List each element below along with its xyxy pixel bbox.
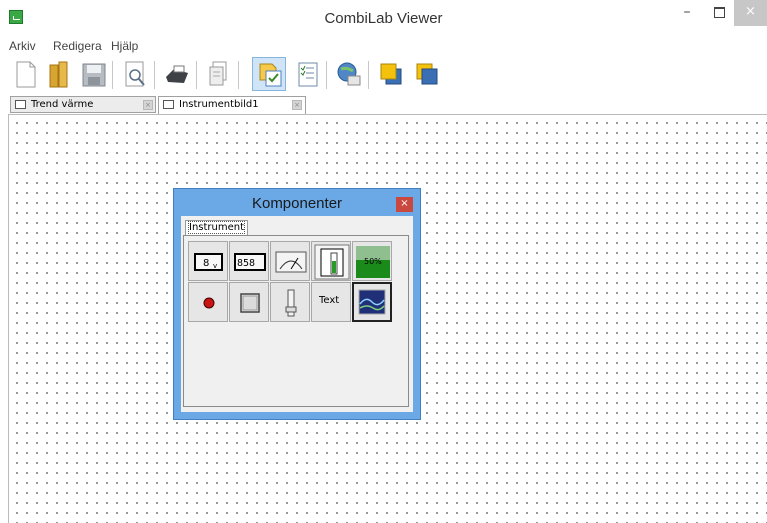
tab-instrument[interactable]: Instrument: [185, 220, 249, 236]
component-digital-display[interactable]: 8v: [188, 241, 228, 281]
component-button[interactable]: [229, 282, 269, 322]
close-button[interactable]: ×: [734, 0, 767, 26]
component-text-label[interactable]: Text: [311, 282, 351, 322]
dialog-title: Komponenter: [251, 195, 343, 212]
copy-icon[interactable]: [202, 57, 236, 91]
component-panel: 8v 858 50% Text: [183, 235, 409, 407]
menu-hjalp[interactable]: Hjälp: [111, 39, 138, 53]
svg-text:v: v: [213, 262, 217, 270]
open-icon[interactable]: [42, 57, 76, 91]
component-grid: 8v 858 50% Text: [188, 241, 392, 322]
percent-bar-value: 50%: [364, 257, 382, 266]
back-icon[interactable]: [410, 57, 444, 91]
component-analog-meter[interactable]: [270, 241, 310, 281]
maximize-button[interactable]: [702, 0, 736, 26]
menu-redigera[interactable]: Redigera: [53, 39, 102, 53]
document-tabs: Trend värme × Instrumentbild1 ×: [8, 96, 767, 114]
properties-icon[interactable]: [290, 57, 324, 91]
component-numeric-display[interactable]: 858: [229, 241, 269, 281]
connect-icon[interactable]: [332, 57, 366, 91]
title-bar: CombiLab Viewer – ×: [0, 0, 767, 36]
preview-icon[interactable]: [118, 57, 152, 91]
minimize-button[interactable]: –: [670, 0, 704, 26]
chart-icon: [15, 100, 26, 109]
menu-bar: Arkiv Redigera Hjälp: [0, 37, 767, 55]
component-percent-bar[interactable]: 50%: [352, 241, 392, 281]
close-tab-icon[interactable]: ×: [292, 100, 302, 110]
toolbar: [8, 57, 767, 95]
components-dialog: Komponenter × Instrument 8v 858 50% Text: [173, 188, 421, 420]
component-indicator-lamp[interactable]: [188, 282, 228, 322]
menu-arkiv[interactable]: Arkiv: [9, 39, 36, 53]
tab-label: Instrumentbild1: [179, 99, 259, 110]
front-icon[interactable]: [374, 57, 408, 91]
close-tab-icon[interactable]: ×: [143, 100, 153, 110]
tab-label: Trend värme: [31, 99, 94, 110]
dialog-close-button[interactable]: ×: [396, 197, 413, 212]
maximize-icon: [713, 6, 725, 18]
instrument-icon: [163, 100, 174, 109]
component-bar-gauge[interactable]: [311, 241, 351, 281]
tab-trend-varme[interactable]: Trend värme ×: [10, 96, 156, 113]
dialog-body: Instrument 8v 858 50% Text: [181, 216, 413, 412]
numeric-display-value: 858: [237, 258, 255, 269]
new-icon[interactable]: [8, 57, 42, 91]
window-title: CombiLab Viewer: [324, 10, 443, 27]
text-label-value: Text: [319, 295, 340, 306]
digital-display-value: 8: [203, 258, 209, 269]
print-icon[interactable]: [160, 57, 194, 91]
tab-instrumentbild1[interactable]: Instrumentbild1 ×: [158, 96, 306, 114]
save-icon[interactable]: [76, 57, 110, 91]
components-icon[interactable]: [252, 57, 286, 91]
component-slider[interactable]: [270, 282, 310, 322]
component-trend-chart[interactable]: [352, 282, 392, 322]
